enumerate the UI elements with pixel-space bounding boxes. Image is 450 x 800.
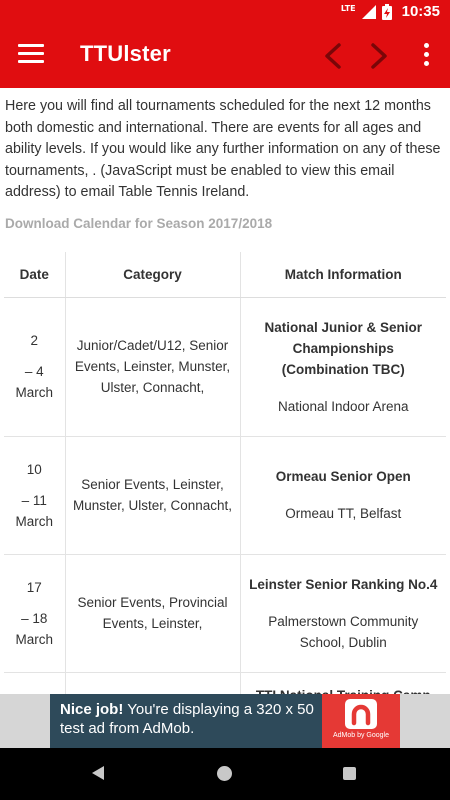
status-icons: LTE 10:35 [341,3,440,20]
clock: 10:35 [401,3,440,20]
more-vert-icon[interactable] [420,43,432,71]
download-calendar-link[interactable]: Download Calendar for Season 2017/2018 [5,216,272,231]
ad-text: Nice job! You're displaying a 320 x 50 t… [60,700,322,738]
event-name: TTI National Training Camp [241,685,447,695]
header-match-information: Match Information [239,252,446,298]
match-info-cell: Leinster Senior Ranking No.4 Palmerstown… [239,554,446,673]
back-icon[interactable] [92,766,104,780]
event-venue: Ormeau TT, Belfast [285,506,402,521]
admob-test-ad[interactable]: Nice job! You're displaying a 320 x 50 t… [50,694,400,748]
category-cell: Senior Events, Provincial Events, Leinst… [64,554,240,673]
table-row: 2 – 4 March Junior/Cadet/U12, Senior Eve… [4,297,446,437]
event-venue: Palmerstown Community School, Dublin [268,613,419,650]
match-info-cell: TTI National Training Camp [239,672,447,695]
chevron-left-icon[interactable] [318,40,348,72]
event-venue: National Indoor Arena [277,398,409,414]
date-cell: 10 – 11 March [4,436,65,555]
menu-icon[interactable] [18,44,44,68]
tournament-table: Date Category Match Information 2 – 4 Ma… [4,252,446,694]
category-cell: Junior/Cadet/U12, Senior Events, Leinste… [64,297,240,437]
table-header-row: Date Category Match Information [4,252,446,298]
table-row: 10 – 11 March Senior Events, Leinster, M… [4,436,446,555]
app-title: TTUlster [80,41,171,66]
recents-icon[interactable] [343,767,356,780]
chevron-right-icon[interactable] [364,40,394,72]
event-name: National Junior & Senior Championships (… [264,319,423,377]
page-content[interactable]: Here you will find all tournaments sched… [0,88,450,694]
date-cell: 2 – 4 March [4,297,65,437]
event-name: Ormeau Senior Open [275,469,411,484]
match-info-cell: National Junior & Senior Championships (… [239,297,446,437]
header-date: Date [4,252,65,298]
status-bar: LTE 10:35 [0,0,450,25]
ad-headline: Nice job! [60,701,124,718]
admob-badge [345,699,377,729]
category-cell [64,672,240,694]
battery-charging-icon [381,3,392,20]
match-info-cell: Ormeau Senior Open Ormeau TT, Belfast [239,436,446,555]
ad-area: Nice job! You're displaying a 320 x 50 t… [0,694,450,748]
table-row: 17 – 18 March Senior Events, Provincial … [4,554,446,673]
home-icon[interactable] [217,766,232,781]
header-category: Category [64,252,240,298]
ad-logo-caption: AdMob by Google [332,732,390,739]
date-cell [4,672,65,694]
admob-logo-icon: AdMob by Google [322,694,400,748]
table-row: TTI National Training Camp [4,672,446,694]
intro-text: Here you will find all tournaments sched… [5,98,441,200]
category-cell: Senior Events, Leinster, Munster, Ulster… [64,436,240,555]
date-cell: 17 – 18 March [4,554,65,673]
lte-label: LTE [340,3,356,13]
system-nav-bar [0,748,450,800]
event-name: Leinster Senior Ranking No.4 [249,576,438,592]
app-bar: TTUlster [0,25,450,88]
lte-signal-icon [361,4,376,19]
